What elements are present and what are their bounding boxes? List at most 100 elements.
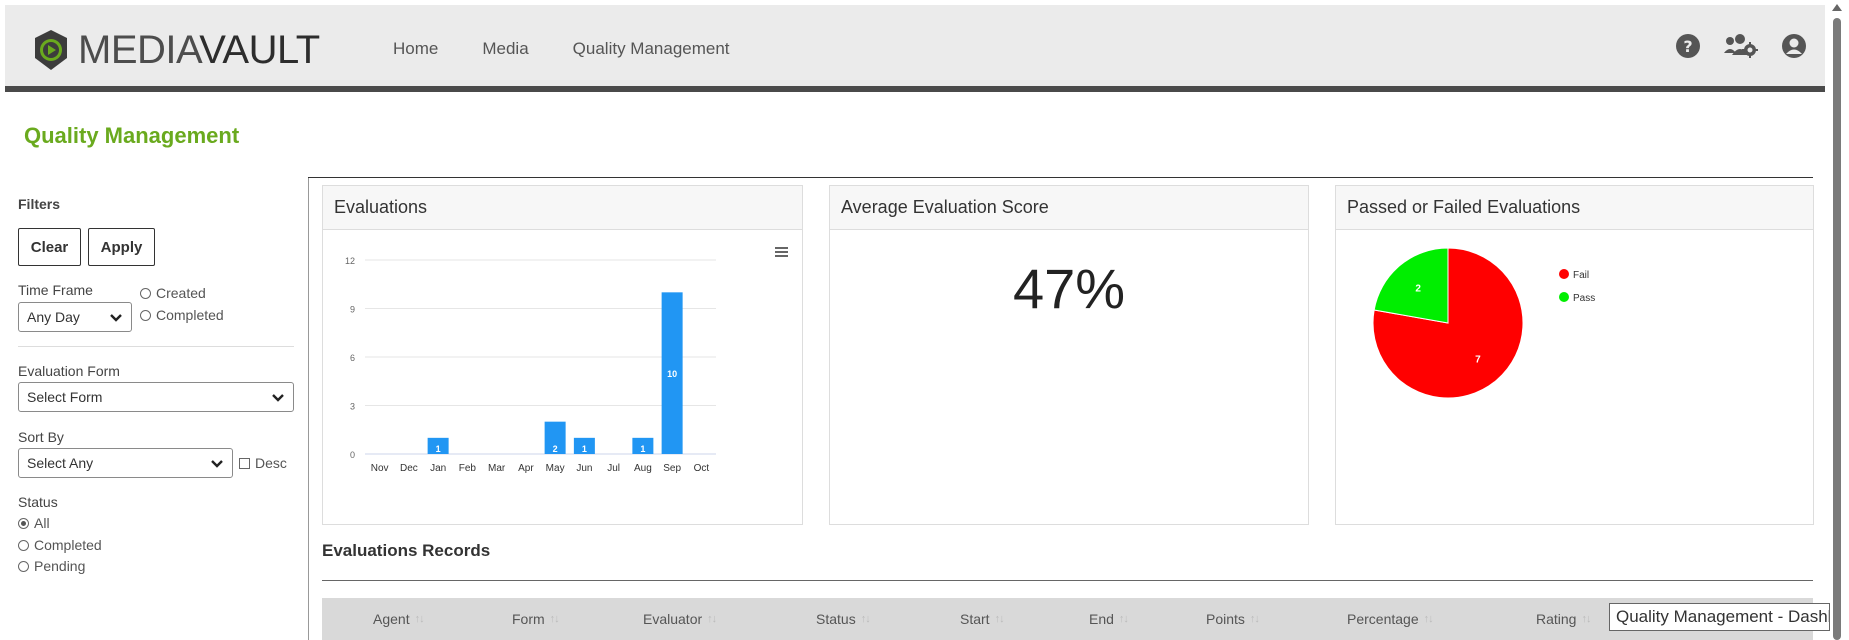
column-header-start[interactable]: Start ↑↓	[960, 611, 1005, 627]
sort-by-value: Select Any	[27, 455, 94, 471]
status-completed-radio[interactable]: Completed	[18, 537, 102, 553]
sort-icon: ↑↓	[1423, 613, 1434, 625]
average-score-value: 47%	[1012, 257, 1126, 320]
x-tick-label: Jan	[430, 463, 446, 474]
column-label: Agent	[373, 611, 410, 627]
chart-menu-icon[interactable]	[775, 247, 788, 257]
question-circle-icon[interactable]: ?	[1675, 33, 1701, 59]
date-type-completed-label: Completed	[156, 307, 224, 323]
x-tick-label: Jul	[607, 463, 620, 474]
legend-label: Pass	[1573, 293, 1595, 304]
y-tick-label: 3	[350, 402, 355, 412]
column-label: Start	[960, 611, 990, 627]
status-all-radio[interactable]: All	[18, 515, 50, 531]
scrollbar-thumb[interactable]	[1833, 18, 1841, 640]
radio-circle	[140, 287, 151, 299]
average-score-panel: Average Evaluation Score 47%	[829, 185, 1309, 525]
pass-fail-panel: Passed or Failed Evaluations 7 2 Fail Pass	[1335, 185, 1814, 525]
sort-by-select[interactable]: Select Any	[18, 448, 233, 478]
date-type-created-radio[interactable]: Created	[140, 285, 206, 301]
page-title: Quality Management	[24, 123, 240, 148]
x-tick-label: Feb	[459, 463, 477, 474]
clear-button[interactable]: Clear	[18, 228, 81, 266]
legend-marker	[1559, 292, 1569, 302]
status-label: Status	[18, 494, 58, 510]
bar-data-label: 2	[553, 444, 558, 454]
column-label: Form	[512, 611, 545, 627]
column-label: Percentage	[1347, 611, 1419, 627]
column-header-rating[interactable]: Rating ↑↓	[1536, 611, 1591, 627]
radio-circle-selected	[18, 517, 29, 529]
bar-data-label: 1	[436, 444, 441, 454]
column-label: Points	[1206, 611, 1245, 627]
y-tick-label: 6	[350, 353, 355, 363]
top-icon-group: ?	[1675, 33, 1807, 59]
bar-data-label: 1	[582, 444, 587, 454]
sort-icon: ↑↓	[994, 613, 1005, 625]
bar-data-label: 1	[640, 444, 645, 454]
sort-icon: ↑↓	[707, 613, 717, 625]
scroll-up-icon[interactable]	[1832, 4, 1842, 11]
user-circle-icon[interactable]	[1781, 33, 1807, 59]
radio-circle	[140, 309, 151, 321]
nav-quality-management[interactable]: Quality Management	[573, 39, 730, 59]
mediavault-logo[interactable]: MEDIAVAULT	[32, 27, 320, 73]
logo-wordmark: MEDIAVAULT	[78, 28, 320, 72]
y-tick-label: 9	[350, 305, 355, 315]
chevron-down-icon	[211, 460, 223, 468]
pie-data-label: 2	[1415, 283, 1421, 294]
browser-tooltip: Quality Management - Dashboard	[1609, 603, 1830, 631]
status-pending-label: Pending	[34, 558, 86, 574]
desc-checkbox[interactable]: Desc	[239, 455, 287, 471]
y-tick-label: 12	[345, 256, 355, 266]
sort-icon: ↑↓	[1249, 613, 1260, 625]
evaluations-panel-title: Evaluations	[323, 186, 802, 230]
legend-marker	[1559, 269, 1569, 279]
records-title: Evaluations Records	[322, 541, 491, 560]
nav-media[interactable]: Media	[482, 39, 528, 59]
column-label: Rating	[1536, 611, 1577, 627]
x-tick-label: Oct	[694, 463, 710, 474]
x-tick-label: Dec	[400, 463, 418, 474]
users-gear-icon[interactable]	[1723, 33, 1759, 59]
sort-icon: ↑↓	[1581, 613, 1591, 625]
time-frame-value: Any Day	[27, 309, 80, 325]
radio-circle	[18, 560, 29, 572]
nav-home[interactable]: Home	[393, 39, 438, 59]
column-header-points[interactable]: Points ↑↓	[1206, 611, 1260, 627]
column-header-end[interactable]: End ↑↓	[1089, 611, 1129, 627]
chevron-down-icon	[110, 314, 122, 322]
x-tick-label: May	[546, 463, 565, 474]
x-tick-label: Jun	[576, 463, 592, 474]
main-nav: Home Media Quality Management	[393, 39, 730, 59]
status-pending-radio[interactable]: Pending	[18, 558, 85, 574]
y-tick-label: 0	[350, 450, 355, 460]
column-header-status[interactable]: Status ↑↓	[816, 611, 871, 627]
checkbox-square	[239, 457, 250, 469]
column-header-percentage[interactable]: Percentage ↑↓	[1347, 611, 1434, 627]
sort-icon: ↑↓	[549, 613, 560, 625]
filters-heading: Filters	[18, 196, 61, 212]
date-type-created-label: Created	[156, 285, 206, 301]
time-frame-select[interactable]: Any Day	[18, 302, 132, 332]
apply-button[interactable]: Apply	[88, 228, 155, 266]
pass-fail-panel-title: Passed or Failed Evaluations	[1336, 186, 1813, 230]
top-navbar: MEDIAVAULT Home Media Quality Management…	[5, 5, 1825, 92]
radio-circle	[18, 539, 29, 551]
evaluation-form-value: Select Form	[27, 389, 103, 405]
x-tick-label: Mar	[488, 463, 506, 474]
sort-icon: ↑↓	[1118, 613, 1129, 625]
date-type-completed-radio[interactable]: Completed	[140, 307, 224, 323]
column-header-evaluator[interactable]: Evaluator ↑↓	[643, 611, 717, 627]
status-all-label: All	[34, 515, 50, 531]
column-label: Status	[816, 611, 856, 627]
evaluation-form-select[interactable]: Select Form	[18, 382, 294, 412]
column-header-agent[interactable]: Agent ↑↓	[373, 611, 425, 627]
column-header-form[interactable]: Form ↑↓	[512, 611, 560, 627]
sort-by-label: Sort By	[18, 429, 64, 445]
sort-icon: ↑↓	[414, 613, 425, 625]
x-tick-label: Apr	[518, 463, 534, 474]
records-table-header: Agent ↑↓ Form ↑↓ Evaluator ↑↓ Status ↑↓ Star…	[322, 598, 1813, 640]
column-label: End	[1089, 611, 1114, 627]
records-divider	[322, 580, 1813, 581]
